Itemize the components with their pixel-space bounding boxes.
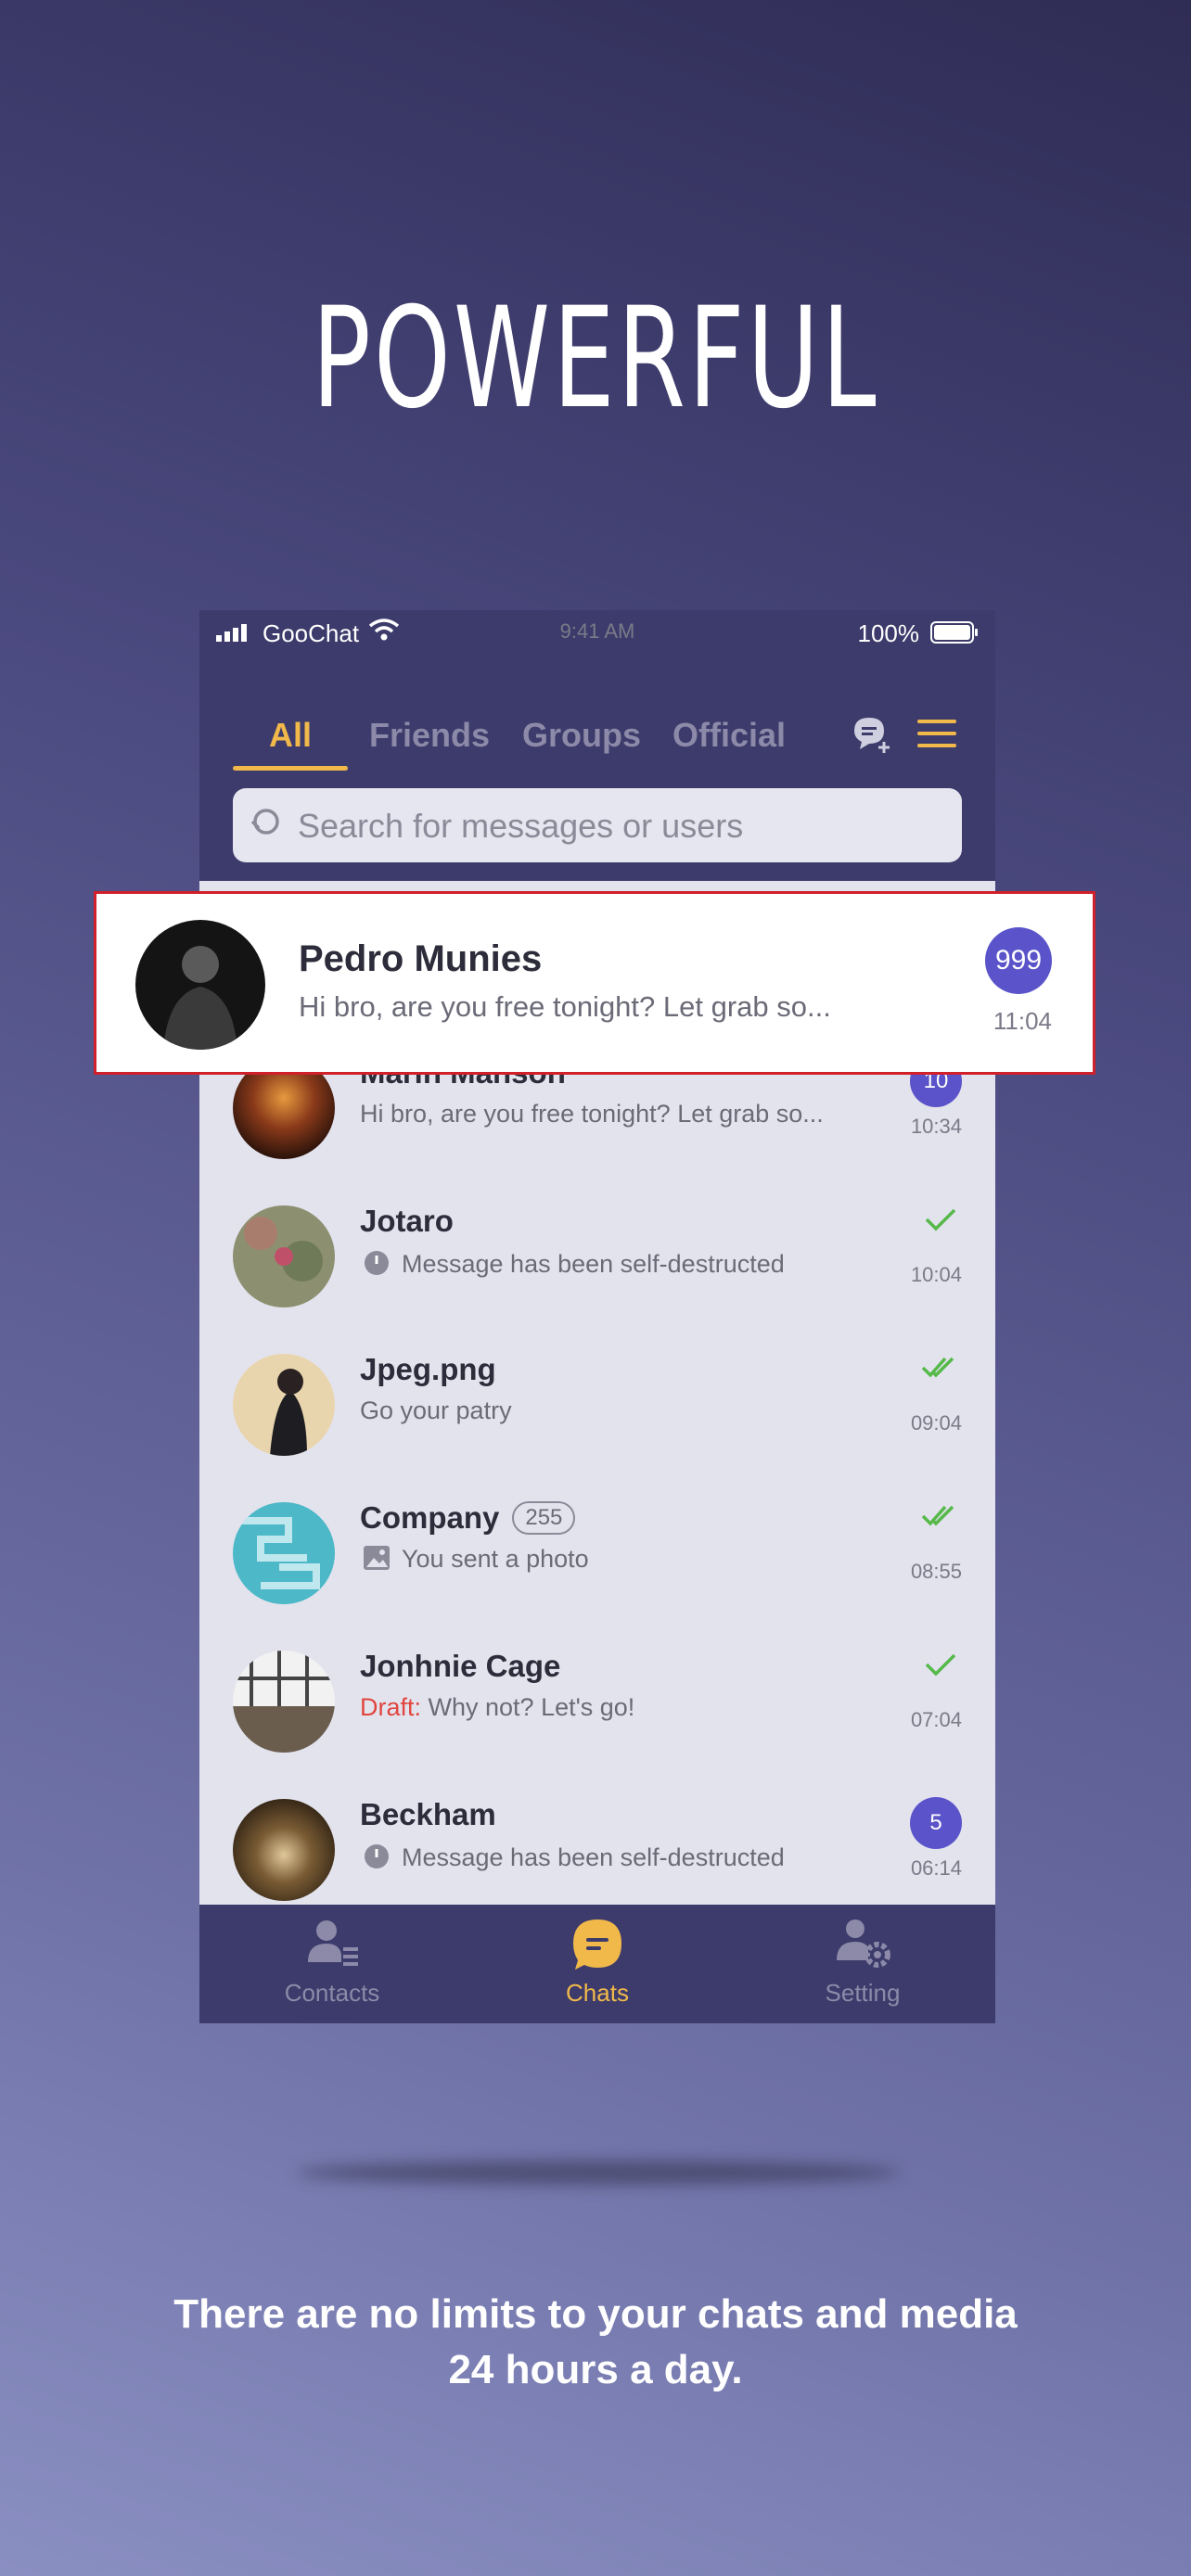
contacts-icon bbox=[308, 1920, 358, 1966]
avatar bbox=[233, 1651, 335, 1753]
nav-contacts[interactable]: Contacts bbox=[199, 1905, 465, 2023]
read-check-icon bbox=[921, 1357, 954, 1378]
chat-name: Jpeg.png bbox=[360, 1352, 496, 1386]
chat-item-jonhnie-cage[interactable]: Jonhnie Cage Draft: Why not? Let's go! 0… bbox=[199, 1632, 995, 1780]
photo-icon bbox=[364, 1546, 390, 1570]
chat-item-jpeg-png[interactable]: Jpeg.png Go your patry 09:04 bbox=[199, 1335, 995, 1484]
chat-time: 06:14 bbox=[910, 1856, 962, 1880]
tagline: There are no limits to your chats and me… bbox=[173, 2291, 1018, 2392]
chat-name: Jotaro bbox=[360, 1204, 454, 1238]
nav-setting[interactable]: Setting bbox=[730, 1905, 995, 2023]
chat-preview: Hi bro, are you free tonight? Let grab s… bbox=[360, 1100, 824, 1128]
headline: POWERFUL bbox=[312, 278, 879, 440]
chat-item-company[interactable]: Company 255 You sent a photo 08:55 bbox=[199, 1484, 995, 1632]
chat-name: Company 255 bbox=[360, 1500, 576, 1536]
chat-preview: Message has been self-destructed bbox=[363, 1842, 785, 1872]
chat-preview: Go your patry bbox=[360, 1396, 512, 1424]
chat-name: Pedro Munies bbox=[299, 938, 543, 979]
nav-chats[interactable]: Chats bbox=[465, 1905, 730, 2023]
settings-icon bbox=[837, 1919, 890, 1968]
battery-icon bbox=[930, 621, 978, 644]
chat-preview: Hi bro, are you free tonight? Let grab s… bbox=[299, 990, 831, 1023]
unread-badge: 999 bbox=[985, 927, 1052, 994]
search-icon bbox=[251, 809, 279, 835]
avatar bbox=[233, 1354, 335, 1456]
tab-official[interactable]: Official bbox=[672, 716, 786, 755]
phone-shadow bbox=[297, 2161, 900, 2185]
search-input[interactable]: Search for messages or users bbox=[233, 788, 962, 862]
chat-time: 10:04 bbox=[910, 1263, 962, 1286]
nav-label: Setting bbox=[825, 1979, 901, 2007]
active-tab-indicator bbox=[233, 766, 348, 771]
nav-label: Contacts bbox=[284, 1979, 380, 2007]
phone-screen: GooChat 9:41 AM 100% All Friends Groups … bbox=[199, 610, 995, 2023]
chat-time: 07:04 bbox=[910, 1708, 962, 1731]
battery-percent: 100% bbox=[857, 619, 920, 647]
header: GooChat 9:41 AM 100% All Friends Groups … bbox=[199, 610, 995, 881]
timer-icon bbox=[365, 1251, 389, 1275]
tab-all[interactable]: All bbox=[269, 716, 312, 755]
sent-check-icon bbox=[925, 1653, 956, 1677]
menu-icon[interactable] bbox=[917, 718, 956, 749]
avatar bbox=[135, 920, 265, 1050]
avatar bbox=[233, 1205, 335, 1307]
status-bar: GooChat 9:41 AM 100% bbox=[199, 610, 995, 653]
chats-icon bbox=[573, 1919, 621, 1970]
tab-friends[interactable]: Friends bbox=[369, 716, 490, 755]
chat-preview: You sent a photo bbox=[363, 1545, 589, 1574]
read-check-icon bbox=[921, 1505, 954, 1526]
chat-name: Beckham bbox=[360, 1797, 496, 1831]
tab-groups[interactable]: Groups bbox=[522, 716, 641, 755]
chat-preview: Message has been self-destructed bbox=[363, 1248, 785, 1279]
bottom-nav: Contacts Chats Setting bbox=[199, 1905, 995, 2023]
sent-check-icon bbox=[925, 1208, 956, 1231]
nav-label: Chats bbox=[566, 1979, 629, 2007]
member-count-badge: 255 bbox=[512, 1501, 576, 1535]
chat-time: 10:34 bbox=[910, 1115, 962, 1138]
chat-name: Jonhnie Cage bbox=[360, 1649, 561, 1683]
chat-time: 08:55 bbox=[910, 1560, 962, 1583]
avatar bbox=[233, 1799, 335, 1901]
chat-item-pedro-munies[interactable]: Pedro Munies Hi bro, are you free tonigh… bbox=[94, 891, 1095, 1075]
chat-time: 09:04 bbox=[910, 1411, 962, 1435]
chat-item-jotaro[interactable]: Jotaro Message has been self-destructed … bbox=[199, 1187, 995, 1335]
chat-time: 11:04 bbox=[992, 1007, 1052, 1035]
avatar bbox=[233, 1502, 335, 1604]
chat-preview: Draft: Why not? Let's go! bbox=[360, 1693, 635, 1721]
search-placeholder: Search for messages or users bbox=[298, 807, 744, 845]
timer-icon bbox=[365, 1844, 389, 1868]
unread-badge: 5 bbox=[910, 1797, 962, 1849]
draft-label: Draft: bbox=[360, 1693, 422, 1721]
new-chat-icon[interactable] bbox=[849, 712, 893, 757]
